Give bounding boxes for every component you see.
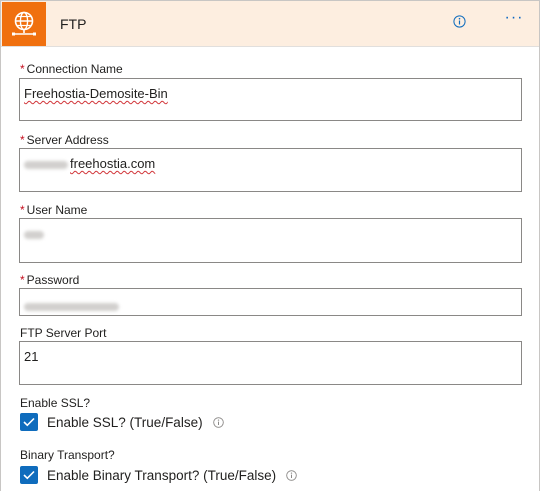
- user-name-input[interactable]: [19, 218, 522, 263]
- required-marker: *: [20, 273, 25, 287]
- user-name-label-text: User Name: [26, 203, 88, 217]
- info-icon[interactable]: [286, 469, 297, 481]
- globe-network-icon: [12, 11, 36, 36]
- password-label-text: Password: [26, 273, 80, 287]
- connection-name-label: * Connection Name: [20, 62, 123, 76]
- ftp-connection-card: FTP ··· * Connection Name Freehostia-Demo…: [0, 0, 540, 491]
- ftp-server-port-label: FTP Server Port: [20, 326, 106, 340]
- required-marker: *: [20, 203, 25, 217]
- ftp-server-port-input[interactable]: 21: [19, 341, 522, 385]
- connection-name-label-text: Connection Name: [26, 62, 123, 76]
- binary-transport-checkbox-label: Enable Binary Transport? (True/False): [47, 467, 277, 483]
- enable-ssl-checkbox[interactable]: [20, 413, 38, 431]
- binary-transport-section-label: Binary Transport?: [20, 448, 115, 462]
- ftp-logo: [2, 2, 46, 46]
- password-input[interactable]: [19, 288, 522, 316]
- enable-ssl-section-label: Enable SSL?: [20, 396, 91, 410]
- info-icon[interactable]: [212, 416, 224, 428]
- redacted-text: [24, 160, 68, 169]
- binary-transport-checkbox[interactable]: [20, 466, 38, 484]
- binary-transport-row: Enable Binary Transport? (True/False): [20, 465, 297, 485]
- redacted-text: [24, 230, 44, 239]
- more-options-button[interactable]: ···: [503, 10, 525, 31]
- connection-name-value: Freehostia-Demosite-Bin: [24, 86, 168, 101]
- enable-ssl-checkbox-label: Enable SSL? (True/False): [47, 414, 203, 430]
- required-marker: *: [20, 62, 25, 76]
- user-name-label: * User Name: [20, 203, 87, 217]
- card-header: FTP ···: [1, 1, 539, 47]
- password-label: * Password: [20, 273, 79, 287]
- server-address-value: freehostia.com: [70, 156, 156, 171]
- connector-title: FTP: [60, 16, 87, 32]
- checkmark-icon: [23, 470, 35, 480]
- server-address-input[interactable]: freehostia.com: [19, 148, 522, 192]
- masked-password: [24, 302, 119, 311]
- checkmark-icon: [23, 417, 35, 427]
- info-icon[interactable]: [453, 15, 466, 28]
- ftp-server-port-label-text: FTP Server Port: [20, 326, 107, 340]
- required-marker: *: [20, 133, 25, 147]
- enable-ssl-row: Enable SSL? (True/False): [20, 412, 224, 432]
- server-address-label-text: Server Address: [26, 133, 109, 147]
- server-address-label: * Server Address: [20, 133, 109, 147]
- ftp-server-port-value: 21: [24, 349, 39, 364]
- connection-name-input[interactable]: Freehostia-Demosite-Bin: [19, 78, 522, 121]
